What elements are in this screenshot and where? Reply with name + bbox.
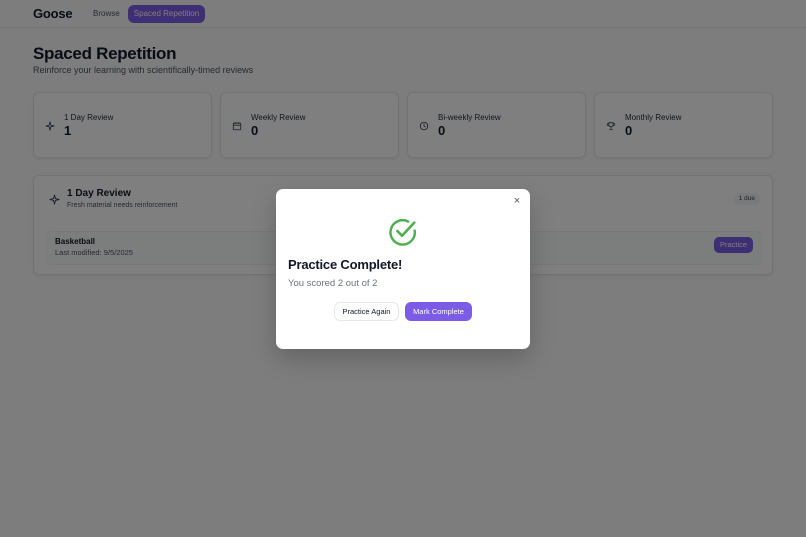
score-text: You scored 2 out of 2: [288, 278, 378, 289]
mark-complete-button[interactable]: Mark Complete: [405, 302, 472, 321]
page: Goose Browse Spaced Repetition Spaced Re…: [0, 0, 806, 537]
close-icon[interactable]: ×: [512, 196, 522, 207]
practice-again-button[interactable]: Practice Again: [334, 302, 399, 321]
dialog-title: Practice Complete!: [288, 257, 403, 272]
practice-complete-dialog: × Practice Complete! You scored 2 out of…: [276, 189, 530, 349]
check-circle-icon: [389, 218, 417, 246]
